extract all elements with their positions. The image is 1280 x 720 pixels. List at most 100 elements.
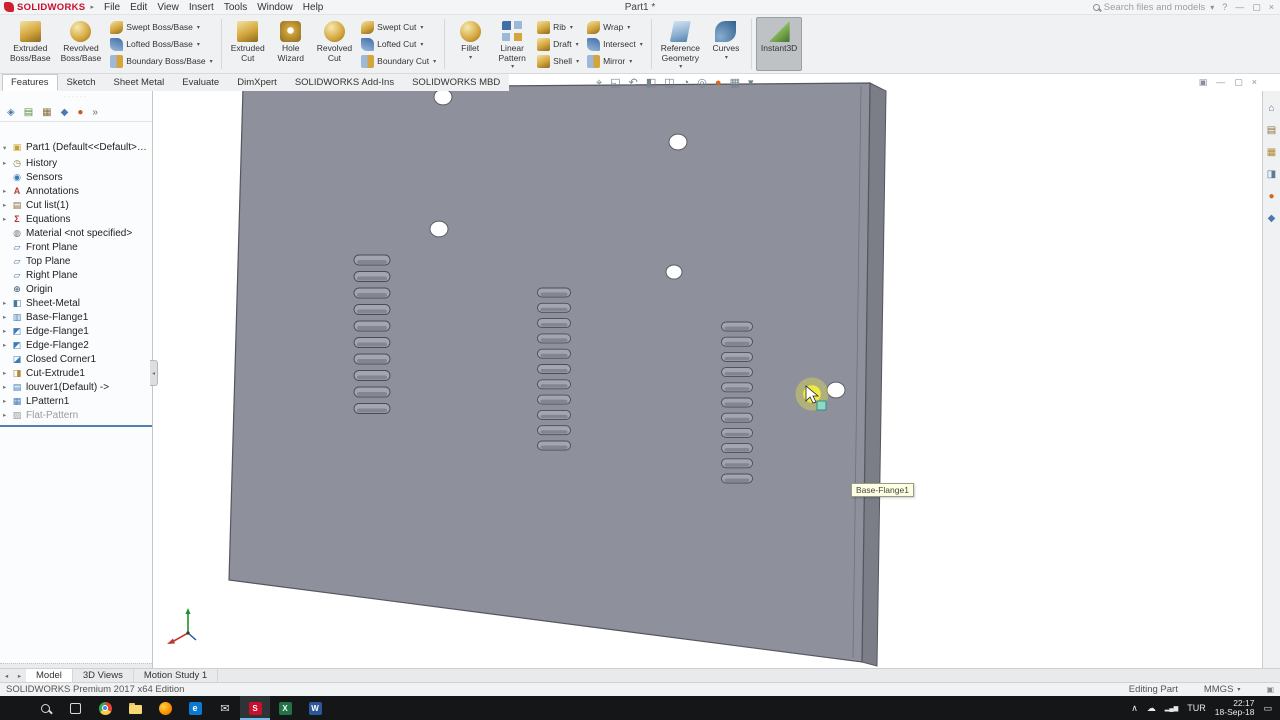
search-button[interactable] bbox=[30, 696, 60, 720]
expand-arrow-icon[interactable]: ▸ bbox=[3, 201, 11, 209]
linear-pattern-button[interactable]: LinearPattern▾ bbox=[491, 17, 533, 71]
expand-arrow-icon[interactable]: ▾ bbox=[3, 144, 11, 152]
expand-arrow-icon[interactable]: ▸ bbox=[3, 215, 11, 223]
custom-properties-icon[interactable]: ◆ bbox=[1268, 213, 1276, 224]
resources-icon[interactable]: ⌂ bbox=[1268, 103, 1274, 114]
tab-dimxpert[interactable]: DimXpert bbox=[228, 74, 286, 91]
tree-item-history[interactable]: ▸◷History bbox=[0, 156, 152, 170]
help-icon[interactable]: ? bbox=[1222, 2, 1227, 12]
revolved-cut-button[interactable]: RevolvedCut bbox=[312, 17, 357, 71]
tree-item-top-plane[interactable]: ▱Top Plane bbox=[0, 254, 152, 268]
doc-tab-motion-study-1[interactable]: Motion Study 1 bbox=[134, 669, 218, 682]
status-tag-icon[interactable]: ▣ bbox=[1266, 685, 1274, 694]
design-library-icon[interactable]: ▤ bbox=[1267, 125, 1276, 136]
firefox-icon[interactable] bbox=[150, 696, 180, 720]
swept-cut-button[interactable]: Swept Cut▾ bbox=[359, 20, 438, 35]
menu-tools[interactable]: Tools bbox=[219, 2, 252, 13]
hole[interactable] bbox=[430, 221, 448, 237]
rib-button[interactable]: Rib▾ bbox=[535, 20, 581, 35]
display-style-icon[interactable]: ◔ bbox=[683, 77, 690, 89]
instant3d-button[interactable]: Instant3D bbox=[756, 17, 802, 71]
doc-tab-model[interactable]: Model bbox=[26, 669, 73, 682]
lofted-boss-base-button[interactable]: Lofted Boss/Base▾ bbox=[108, 37, 214, 52]
apply-scene-icon[interactable]: ▦ bbox=[730, 77, 740, 89]
fillet-button[interactable]: Fillet▾ bbox=[449, 17, 491, 71]
hole[interactable] bbox=[434, 89, 452, 105]
doc-restore-icon[interactable]: ▢ bbox=[1234, 77, 1243, 88]
appearances-icon[interactable]: ● bbox=[1268, 191, 1274, 202]
expand-arrow-icon[interactable]: ▸ bbox=[3, 397, 11, 405]
dropdown-arrow-icon[interactable]: ▾ bbox=[679, 63, 682, 73]
boundary-cut-button[interactable]: Boundary Cut▾ bbox=[359, 54, 438, 69]
tab-scroll-left-icon[interactable]: ◂ bbox=[0, 669, 13, 682]
tree-item-front-plane[interactable]: ▱Front Plane bbox=[0, 240, 152, 254]
action-center-icon[interactable]: ▭ bbox=[1263, 703, 1272, 714]
tree-item-cut-extrude1[interactable]: ▸◨Cut-Extrude1 bbox=[0, 366, 152, 380]
model-canvas[interactable] bbox=[153, 74, 1262, 668]
doc-tab-3d-views[interactable]: 3D Views bbox=[73, 669, 134, 682]
extruded-boss-base-button[interactable]: ExtrudedBoss/Base bbox=[5, 17, 56, 71]
tab-solidworks-mbd[interactable]: SOLIDWORKS MBD bbox=[403, 74, 509, 91]
featuremanager-tab-icon[interactable]: ◈ bbox=[7, 107, 15, 119]
expand-arrow-icon[interactable]: ▸ bbox=[3, 327, 11, 335]
taskbar-clock[interactable]: 22:17 18-Sep-18 bbox=[1215, 699, 1255, 717]
minimize-icon[interactable]: — bbox=[1235, 2, 1244, 12]
expand-arrow-icon[interactable]: ▸ bbox=[3, 341, 11, 349]
intersect-button[interactable]: Intersect▾ bbox=[585, 37, 645, 52]
swept-boss-base-button[interactable]: Swept Boss/Base▾ bbox=[108, 20, 214, 35]
file-explorer-icon[interactable] bbox=[120, 696, 150, 720]
search-dropdown-icon[interactable]: ▾ bbox=[1210, 3, 1214, 12]
task-view-button[interactable] bbox=[60, 696, 90, 720]
menu-help[interactable]: Help bbox=[298, 2, 329, 13]
excel-icon[interactable]: X bbox=[270, 696, 300, 720]
selection-handle[interactable] bbox=[817, 401, 826, 410]
menu-view[interactable]: View bbox=[152, 2, 184, 13]
expand-arrow-icon[interactable]: ▸ bbox=[3, 299, 11, 307]
menu-pin-icon[interactable]: ▸ bbox=[90, 3, 94, 11]
panel-tabs-overflow-icon[interactable]: » bbox=[92, 107, 98, 119]
expand-arrow-icon[interactable]: ▸ bbox=[3, 383, 11, 391]
tree-item-lpattern1[interactable]: ▸▦LPattern1 bbox=[0, 394, 152, 408]
hole[interactable] bbox=[827, 382, 845, 398]
tree-item-edge-flange2[interactable]: ▸◩Edge-Flange2 bbox=[0, 338, 152, 352]
mirror-button[interactable]: Mirror▾ bbox=[585, 54, 645, 69]
louver-column-2[interactable] bbox=[722, 322, 753, 483]
edge-icon[interactable]: e bbox=[180, 696, 210, 720]
lofted-cut-button[interactable]: Lofted Cut▾ bbox=[359, 37, 438, 52]
dimxpertmanager-tab-icon[interactable]: ◆ bbox=[61, 107, 69, 119]
tree-item-origin[interactable]: ⊕Origin bbox=[0, 282, 152, 296]
maximize-icon[interactable]: ▢ bbox=[1252, 2, 1261, 13]
revolved-boss-base-button[interactable]: RevolvedBoss/Base bbox=[56, 17, 107, 71]
hole-wizard-button[interactable]: HoleWizard bbox=[270, 17, 312, 71]
wrap-button[interactable]: Wrap▾ bbox=[585, 20, 645, 35]
panel-splitter-tab[interactable]: ◂ bbox=[150, 360, 158, 386]
tree-item-cut-list-1[interactable]: ▸▤Cut list(1) bbox=[0, 198, 152, 212]
reference-geometry-button[interactable]: ReferenceGeometry▾ bbox=[656, 17, 705, 71]
tree-item-sensors[interactable]: ◉Sensors bbox=[0, 170, 152, 184]
expand-arrow-icon[interactable]: ▸ bbox=[3, 411, 11, 419]
onedrive-icon[interactable]: ☁ bbox=[1147, 703, 1156, 714]
expand-arrow-icon[interactable]: ▸ bbox=[3, 159, 11, 167]
rollback-bar[interactable] bbox=[0, 425, 152, 427]
zoom-to-fit-icon[interactable]: ⌖ bbox=[596, 77, 602, 89]
zoom-to-area-icon[interactable]: ◱ bbox=[610, 77, 620, 89]
view-palette-icon[interactable]: ◨ bbox=[1267, 169, 1276, 180]
view-settings-icon[interactable]: ▾ bbox=[748, 77, 754, 89]
dropdown-arrow-icon[interactable]: ▾ bbox=[469, 54, 472, 64]
tree-item-base-flange1[interactable]: ▸▥Base-Flange1 bbox=[0, 310, 152, 324]
tree-item-closed-corner1[interactable]: ◪Closed Corner1 bbox=[0, 352, 152, 366]
tab-sheet-metal[interactable]: Sheet Metal bbox=[105, 74, 174, 91]
language-indicator[interactable]: TUR bbox=[1187, 703, 1206, 713]
tree-item-material-not-specified[interactable]: ◍Material <not specified> bbox=[0, 226, 152, 240]
tab-evaluate[interactable]: Evaluate bbox=[173, 74, 228, 91]
shell-button[interactable]: Shell▾ bbox=[535, 54, 581, 69]
search-box[interactable]: Search files and models ▾ bbox=[1093, 2, 1214, 13]
dropdown-arrow-icon[interactable]: ▾ bbox=[725, 54, 728, 64]
doc-cascade-icon[interactable]: ▣ bbox=[1199, 77, 1208, 88]
boundary-boss-base-button[interactable]: Boundary Boss/Base▾ bbox=[108, 54, 214, 69]
draft-button[interactable]: Draft▾ bbox=[535, 37, 581, 52]
section-view-icon[interactable]: ◧ bbox=[646, 77, 656, 89]
louver-column-1[interactable] bbox=[538, 288, 571, 450]
edit-appearance-icon[interactable]: ● bbox=[715, 77, 722, 89]
expand-arrow-icon[interactable]: ▸ bbox=[3, 313, 11, 321]
